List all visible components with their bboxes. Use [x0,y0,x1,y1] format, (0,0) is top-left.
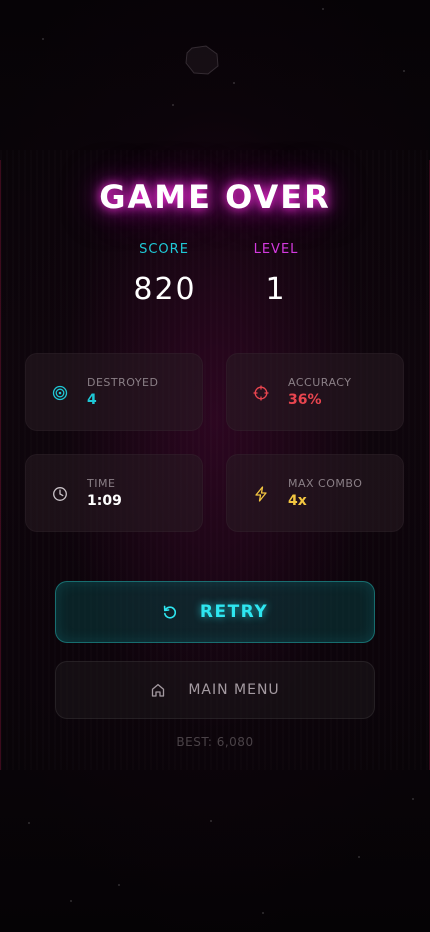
target-icon [52,385,68,401]
game-over-title: GAME OVER [99,178,331,216]
background-star [118,884,120,886]
game-over-screen: GAME OVER SCORE LEVEL 820 1 DESTROYED 4 … [0,0,430,932]
stat-label-accuracy: ACCURACY [288,376,352,389]
stat-value-accuracy: 36% [288,392,322,408]
stat-value-max-combo: 4x [288,493,307,509]
retry-button[interactable]: RETRY [55,581,375,643]
clock-icon [53,487,67,501]
home-icon [152,683,165,697]
background-star [28,822,30,824]
stat-label-max-combo: MAX COMBO [288,477,363,490]
score-value: 820 [133,272,197,307]
crosshair-icon [253,385,269,401]
background-star [70,900,72,902]
background-star [403,70,405,72]
background-star [262,912,264,914]
lightning-icon [255,486,267,502]
stat-card-accuracy: ACCURACY 36% [226,353,404,431]
retry-icon [163,605,176,619]
asteroid-icon [185,45,219,75]
stat-value-time: 1:09 [87,493,122,509]
stat-card-destroyed: DESTROYED 4 [25,353,203,431]
background-star [233,82,235,84]
background-star [42,38,44,40]
score-label: SCORE [139,242,189,257]
background-star [412,798,414,800]
level-value: 1 [265,272,287,307]
retry-button-label: RETRY [199,602,269,622]
main-menu-button[interactable]: MAIN MENU [55,661,375,719]
background-star [210,820,212,822]
background-star [358,856,360,858]
stat-label-time: TIME [87,477,116,490]
best-score: BEST: 6,080 [176,735,254,749]
left-edge-line [0,160,1,770]
stat-label-destroyed: DESTROYED [87,376,159,389]
level-label: LEVEL [253,242,299,257]
background-star [172,104,174,106]
stat-card-max-combo: MAX COMBO 4x [226,454,404,532]
stat-value-destroyed: 4 [87,392,97,408]
background-star [322,8,324,10]
stat-card-time: TIME 1:09 [25,454,203,532]
main-menu-button-label: MAIN MENU [188,682,280,698]
